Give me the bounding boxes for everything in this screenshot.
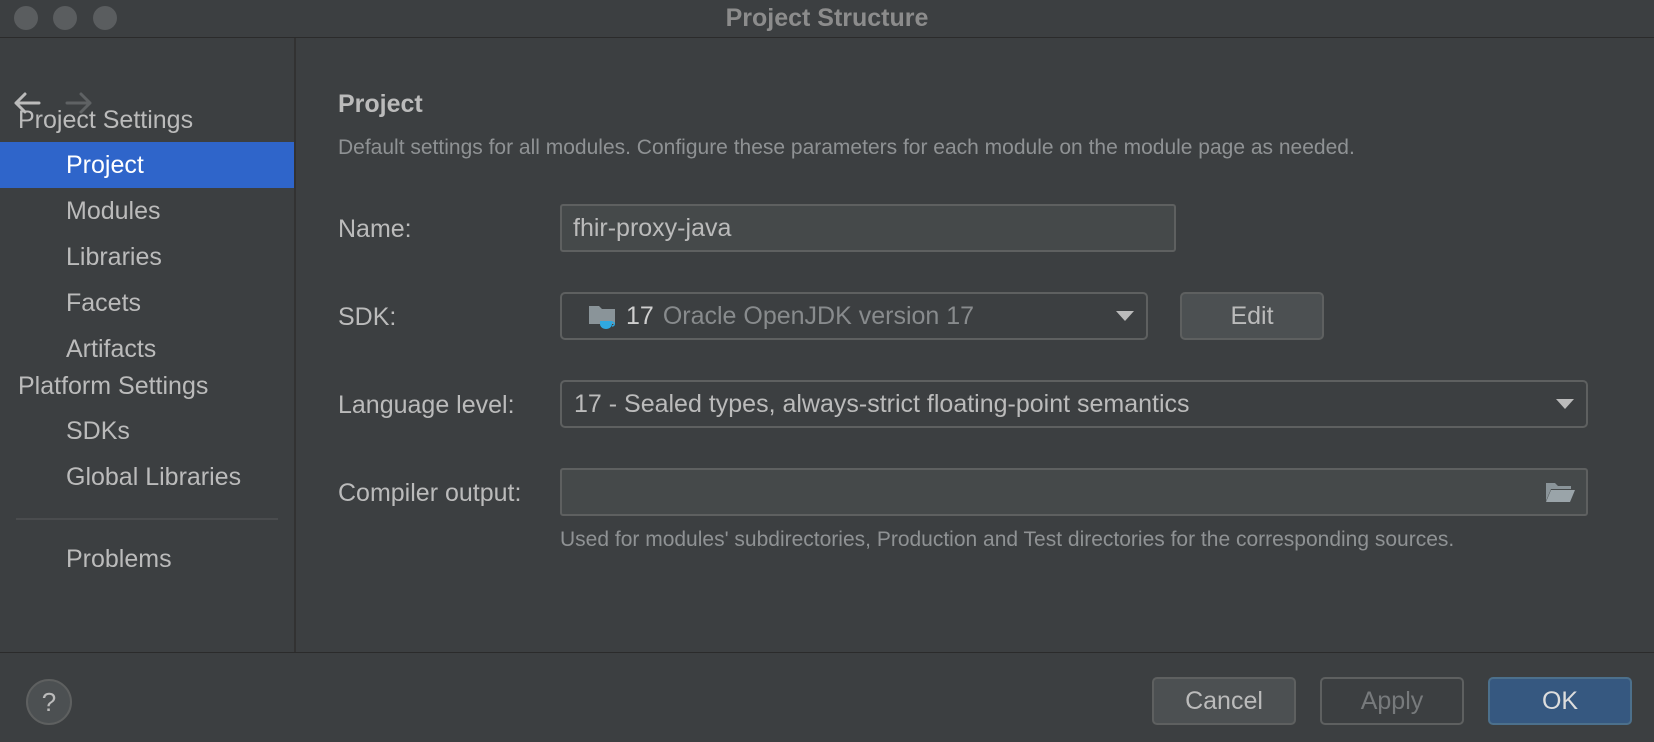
project-name-input[interactable]: fhir-proxy-java [560, 204, 1176, 252]
language-level-value: 17 - Sealed types, always-strict floatin… [574, 389, 1190, 418]
sidebar-item-libraries[interactable]: Libraries [0, 234, 294, 280]
compiler-output-input[interactable] [560, 468, 1588, 516]
project-name-value: fhir-proxy-java [573, 213, 732, 242]
platform-settings-heading: Platform Settings [18, 372, 209, 400]
ok-button[interactable]: OK [1488, 677, 1632, 725]
sidebar-item-sdks[interactable]: SDKs [0, 408, 294, 454]
page-title: Project [338, 90, 423, 118]
sidebar-item-problems[interactable]: Problems [0, 536, 294, 582]
chevron-down-icon [1556, 399, 1574, 409]
apply-button[interactable]: Apply [1320, 677, 1464, 725]
project-settings-panel: Project Default settings for all modules… [298, 38, 1654, 652]
sidebar: Project Settings Project Modules Librari… [0, 38, 296, 652]
window-title: Project Structure [725, 4, 929, 32]
compiler-output-hint: Used for modules' subdirectories, Produc… [560, 528, 1455, 551]
compiler-output-label: Compiler output: [338, 479, 522, 507]
page-description: Default settings for all modules. Config… [338, 136, 1355, 159]
sdk-version: 17 [626, 301, 654, 330]
name-label: Name: [338, 215, 412, 243]
chevron-down-icon [1116, 311, 1134, 321]
title-bar: Project Structure [0, 0, 1654, 38]
edit-sdk-button[interactable]: Edit [1180, 292, 1324, 340]
sidebar-item-modules[interactable]: Modules [0, 188, 294, 234]
sidebar-item-project[interactable]: Project [0, 142, 294, 188]
sidebar-item-global-libraries[interactable]: Global Libraries [0, 454, 294, 500]
language-level-dropdown[interactable]: 17 - Sealed types, always-strict floatin… [560, 380, 1588, 428]
sidebar-item-facets[interactable]: Facets [0, 280, 294, 326]
sidebar-item-artifacts[interactable]: Artifacts [0, 326, 294, 372]
sdk-name: Oracle OpenJDK version 17 [662, 301, 975, 330]
sidebar-divider [16, 518, 278, 520]
project-settings-heading: Project Settings [18, 106, 194, 134]
language-level-label: Language level: [338, 391, 515, 419]
jdk-folder-icon [589, 306, 615, 329]
browse-folder-icon[interactable] [1544, 480, 1576, 504]
cancel-button[interactable]: Cancel [1152, 677, 1296, 725]
sdk-label: SDK: [338, 303, 397, 331]
dialog-footer: ? Cancel Apply OK [0, 652, 1654, 742]
sdk-dropdown[interactable]: 17 Oracle OpenJDK version 17 [560, 292, 1148, 340]
help-button[interactable]: ? [26, 679, 72, 725]
